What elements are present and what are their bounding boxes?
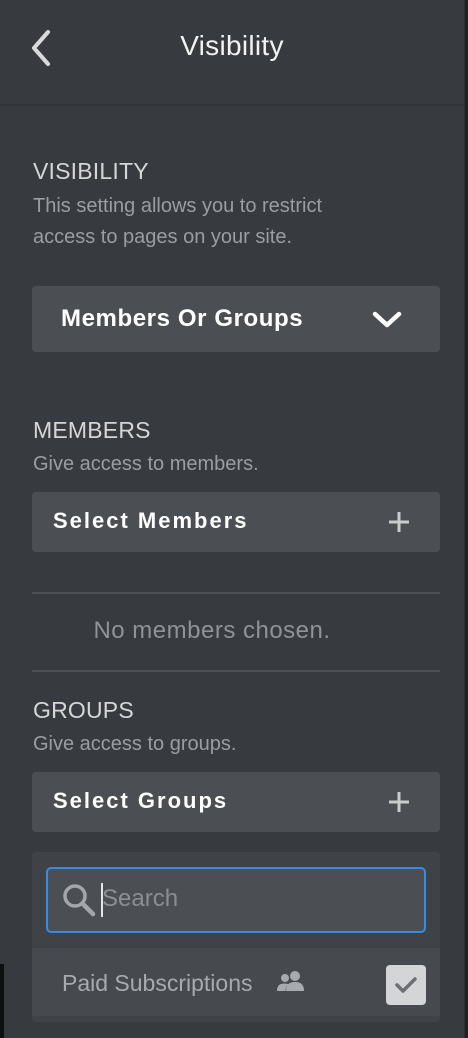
visibility-description-line1: This setting allows you to restrict: [33, 195, 322, 217]
group-search-input[interactable]: [102, 879, 402, 919]
search-icon: [63, 884, 96, 917]
groups-description: Give access to groups.: [33, 733, 237, 755]
visibility-dropdown-value: Members Or Groups: [61, 305, 304, 332]
groups-section-title: GROUPS: [33, 697, 134, 723]
page-title: Visibility: [180, 30, 284, 61]
group-icon: [277, 971, 304, 991]
checkmark-icon: [395, 977, 417, 993]
members-divider-top: [32, 592, 440, 594]
chevron-down-icon: [372, 311, 402, 328]
window-edge: [0, 964, 4, 1038]
members-divider-bottom: [32, 670, 440, 672]
select-groups-button[interactable]: Select Groups: [32, 772, 440, 832]
visibility-panel: Visibility VISIBILITY This setting allow…: [0, 0, 465, 1038]
group-list-item[interactable]: Paid Subscriptions: [32, 948, 440, 1016]
members-description: Give access to members.: [33, 453, 259, 475]
groups-picker: Paid Subscriptions: [32, 852, 440, 1022]
select-members-label: Select Members: [53, 508, 249, 533]
visibility-dropdown[interactable]: Members Or Groups: [32, 286, 440, 352]
plus-icon: [389, 792, 409, 812]
select-members-button[interactable]: Select Members: [32, 492, 440, 552]
group-search-field[interactable]: [46, 867, 426, 933]
visibility-description-line2: access to pages on your site.: [33, 226, 293, 248]
plus-icon: [389, 512, 409, 532]
select-groups-label: Select Groups: [53, 788, 229, 813]
members-empty-state: No members chosen.: [93, 617, 331, 644]
group-item-checkbox[interactable]: [386, 965, 426, 1005]
group-item-label: Paid Subscriptions: [62, 970, 253, 996]
visibility-section-title: VISIBILITY: [33, 158, 149, 184]
members-section-title: MEMBERS: [33, 417, 151, 443]
panel-header: Visibility: [0, 0, 464, 106]
